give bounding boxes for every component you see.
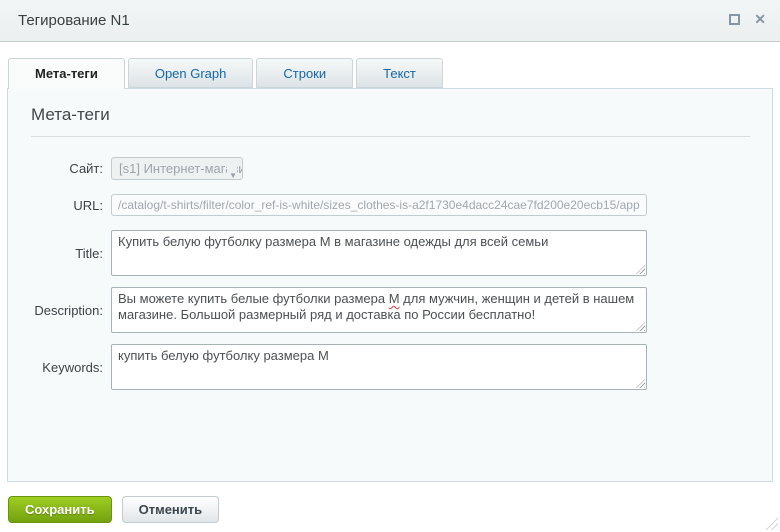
- maximize-icon[interactable]: [729, 14, 740, 25]
- section-heading: Мета-теги: [31, 105, 772, 125]
- tab-text[interactable]: Текст: [356, 58, 443, 88]
- keywords-value: купить белую футболку размера М: [118, 348, 329, 363]
- close-icon[interactable]: ✕: [754, 14, 766, 25]
- description-textarea[interactable]: Вы можете купить белые футболки размера …: [111, 287, 647, 333]
- tab-strip: Мета-теги Open Graph Строки Текст: [8, 58, 446, 89]
- title-row: Title: Купить белую футболку размера М в…: [8, 230, 772, 276]
- title-label: Title:: [8, 246, 111, 261]
- description-label: Description:: [8, 303, 111, 318]
- description-value-before: Вы можете купить белые футболки размера: [118, 291, 389, 306]
- tab-content-panel: Мета-теги Сайт: [s1] Интернет-магазин (С…: [7, 88, 773, 482]
- resize-grip-icon[interactable]: [636, 265, 645, 274]
- keywords-row: Keywords: купить белую футболку размера …: [8, 344, 772, 390]
- title-value: Купить белую футболку размера М в магази…: [118, 234, 548, 249]
- window-controls: ✕: [729, 14, 766, 25]
- resize-grip-icon[interactable]: [636, 322, 645, 331]
- dialog-title: Тегирование N1: [18, 12, 130, 29]
- save-button[interactable]: Сохранить: [8, 496, 112, 523]
- cancel-button[interactable]: Отменить: [122, 496, 220, 523]
- window-resize-grip-icon[interactable]: [763, 515, 778, 530]
- tab-strings[interactable]: Строки: [256, 58, 353, 88]
- url-label: URL:: [8, 198, 111, 213]
- description-row: Description: Вы можете купить белые футб…: [8, 287, 772, 333]
- keywords-textarea[interactable]: купить белую футболку размера М: [111, 344, 647, 390]
- site-select[interactable]: [s1] Интернет-магазин (Сайт ▼: [111, 157, 243, 180]
- chevron-down-icon: ▼: [227, 165, 237, 180]
- url-row: URL:: [8, 194, 772, 216]
- tab-meta-tags[interactable]: Мета-теги: [8, 58, 125, 89]
- resize-grip-icon[interactable]: [636, 379, 645, 388]
- tab-open-graph[interactable]: Open Graph: [128, 58, 254, 88]
- title-textarea[interactable]: Купить белую футболку размера М в магази…: [111, 230, 647, 276]
- dialog-titlebar: Тегирование N1 ✕: [0, 0, 780, 42]
- description-misspelled-word: М: [389, 291, 400, 306]
- site-label: Сайт:: [8, 161, 111, 176]
- section-divider: [31, 136, 750, 137]
- dialog-window: Тегирование N1 ✕ Мета-теги Open Graph Ст…: [0, 0, 780, 532]
- keywords-label: Keywords:: [8, 360, 111, 375]
- site-select-value: [s1] Интернет-магазин (Сайт: [119, 161, 243, 176]
- site-row: Сайт: [s1] Интернет-магазин (Сайт ▼: [8, 157, 772, 180]
- url-input[interactable]: [111, 194, 647, 216]
- meta-tags-form: Сайт: [s1] Интернет-магазин (Сайт ▼ URL:…: [8, 157, 772, 390]
- dialog-footer: Сохранить Отменить: [8, 496, 219, 523]
